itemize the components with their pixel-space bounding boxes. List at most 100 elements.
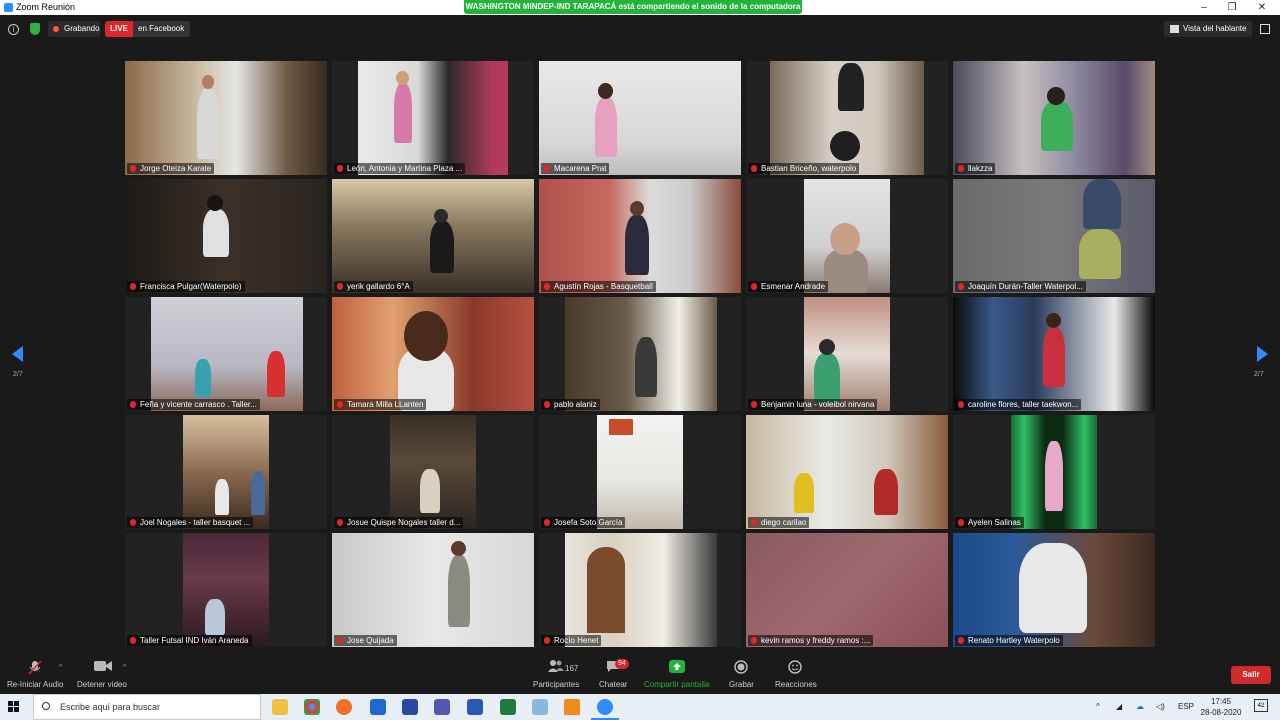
participant-name-tag: Esmenar Andrade: [748, 281, 829, 292]
video-tile[interactable]: diego carilao: [746, 415, 948, 529]
video-tile[interactable]: kevin ramos y freddy ramos :...: [746, 533, 948, 647]
minimize-button[interactable]: –: [1190, 0, 1218, 15]
participant-figure: [197, 89, 219, 159]
wall-picture: [609, 419, 633, 435]
participant-head: [404, 311, 448, 361]
firefox-icon[interactable]: [336, 699, 352, 715]
vlc-icon[interactable]: [564, 699, 580, 715]
page-indicator-left: 2/7: [13, 371, 23, 378]
video-tile[interactable]: Feña y vicente carrasco . Taller...: [125, 297, 327, 411]
grid-view-icon: [1170, 25, 1179, 33]
video-tile[interactable]: Taller Futsal IND Iván Araneda: [125, 533, 327, 647]
file-explorer-icon[interactable]: [272, 699, 288, 715]
info-icon[interactable]: i: [8, 24, 19, 35]
video-tile[interactable]: yerik gallardo 6°A: [332, 179, 534, 293]
video-tile[interactable]: Josue Quispe Nogales taller d...: [332, 415, 534, 529]
language-indicator[interactable]: ESP: [1178, 702, 1194, 711]
reacciones-button[interactable]: Reacciones: [772, 652, 818, 694]
muted-mic-icon: [958, 283, 964, 290]
meeting-top-bar: i Grabando LIVE en Facebook Vista del ha…: [0, 16, 1280, 44]
close-button[interactable]: ✕: [1248, 0, 1276, 15]
video-tile[interactable]: Benjamin luna - voleibol nirvana: [746, 297, 948, 411]
participant-name-tag: Benjamin luna - voleibol nirvana: [748, 399, 878, 410]
onedrive-cloud-icon[interactable]: ☁: [1136, 702, 1144, 711]
feather-app-icon[interactable]: [402, 699, 418, 715]
video-tile[interactable]: pablo alaniz: [539, 297, 741, 411]
video-tile[interactable]: Ayelen Salinas: [953, 415, 1155, 529]
video-tile[interactable]: Francisca Pulgar(Waterpolo): [125, 179, 327, 293]
video-tile[interactable]: León, Antonia y Martina Plaza ...: [332, 61, 534, 175]
muted-mic-icon: [958, 165, 964, 172]
notepad-icon[interactable]: [532, 699, 548, 715]
security-shield-icon[interactable]: [30, 23, 40, 35]
video-feed: [746, 415, 948, 529]
excel-icon[interactable]: [500, 699, 516, 715]
participant-name-tag: Macarena Prat: [541, 163, 610, 174]
video-tile[interactable]: Agustín Rojas - Basquetball: [539, 179, 741, 293]
participant-name-tag: Joel Nogales - taller basquet ...: [127, 517, 254, 528]
participant-name: Feña y vicente carrasco . Taller...: [140, 400, 257, 409]
outlook-icon[interactable]: [370, 699, 386, 715]
participant-figure: [1041, 101, 1073, 151]
participant-head: [202, 75, 214, 89]
system-clock[interactable]: 17:45 28-08-2020: [1198, 696, 1244, 718]
fullscreen-icon[interactable]: [1260, 24, 1270, 34]
participant-name: Jose Quijada: [347, 636, 394, 645]
participant-name: kevin ramos y freddy ramos :...: [761, 636, 871, 645]
video-tile[interactable]: Renato Hartley Waterpolo: [953, 533, 1155, 647]
participant-figure: [215, 479, 229, 515]
video-tile[interactable]: Tamara Milla LLanten: [332, 297, 534, 411]
muted-mic-icon: [958, 637, 964, 644]
notifications-icon[interactable]: 42: [1254, 699, 1268, 712]
video-tile[interactable]: Bastian Briceño, waterpolo: [746, 61, 948, 175]
windows-start-icon[interactable]: [8, 701, 20, 713]
video-tile[interactable]: Jorge Oteiza Karate: [125, 61, 327, 175]
participant-name-tag: Ayelen Salinas: [955, 517, 1024, 528]
reiniciar-audio-button[interactable]: Re-Iniciar Audio: [4, 652, 66, 694]
video-tile[interactable]: caroline flores, taller taekwon...: [953, 297, 1155, 411]
record-label: Grabar: [729, 680, 754, 689]
participant-name: pablo alaniz: [554, 400, 597, 409]
video-tile[interactable]: Esmenar Andrade: [746, 179, 948, 293]
participant-head: [1047, 87, 1065, 105]
muted-mic-icon: [751, 165, 757, 172]
taskbar-search-box[interactable]: Escribe aquí para buscar: [33, 694, 261, 720]
speaker-view-button[interactable]: Vista del hablante: [1164, 21, 1252, 37]
grabar-button[interactable]: Grabar: [726, 652, 756, 694]
audio-options-chevron-icon[interactable]: ^: [59, 664, 62, 671]
participant-name-tag: yerik gallardo 6°A: [334, 281, 413, 292]
detener-video-button[interactable]: Detener video: [74, 652, 134, 694]
video-tile[interactable]: llakzza: [953, 61, 1155, 175]
participants-count: 167: [565, 664, 579, 673]
muted-mic-icon: [337, 637, 343, 644]
live-stream-indicator[interactable]: LIVE en Facebook: [105, 21, 190, 37]
participants-label: Participantes: [533, 680, 580, 689]
teams-icon[interactable]: [434, 699, 450, 715]
network-icon[interactable]: ◢: [1116, 702, 1122, 711]
video-tile[interactable]: Macarena Prat: [539, 61, 741, 175]
volume-icon[interactable]: ◁): [1156, 702, 1165, 711]
participant-head: [830, 223, 860, 255]
chatear-button[interactable]: 94 Chatear: [596, 652, 630, 694]
video-tile[interactable]: Joaquín Durán-Taller Waterpol...: [953, 179, 1155, 293]
tray-chevron-icon[interactable]: ^: [1096, 702, 1100, 711]
maximize-button[interactable]: ❐: [1218, 0, 1246, 15]
video-options-chevron-icon[interactable]: ^: [123, 664, 126, 671]
recording-indicator[interactable]: Grabando: [48, 21, 100, 37]
video-tile[interactable]: Jose Quijada: [332, 533, 534, 647]
video-tile[interactable]: Joel Nogales - taller basquet ...: [125, 415, 327, 529]
zoom-taskbar-icon[interactable]: [597, 699, 613, 715]
compartir-pantalla-button[interactable]: Compartir pantalla: [642, 652, 712, 694]
video-tile[interactable]: Josefa Soto García: [539, 415, 741, 529]
word-icon[interactable]: [467, 699, 483, 715]
next-page-arrow-icon[interactable]: [1257, 346, 1268, 362]
participant-name: caroline flores, taller taekwon...: [968, 400, 1079, 409]
participant-name-tag: Rocío Henet: [541, 635, 602, 646]
previous-page-arrow-icon[interactable]: [12, 346, 23, 362]
participant-name: llakzza: [968, 164, 993, 173]
bicycle-wheel: [830, 131, 860, 161]
leave-meeting-button[interactable]: Salir: [1231, 666, 1271, 684]
video-tile[interactable]: Rocío Henet: [539, 533, 741, 647]
participantes-button[interactable]: 167 Participantes: [530, 652, 584, 694]
chrome-icon[interactable]: [304, 699, 320, 715]
